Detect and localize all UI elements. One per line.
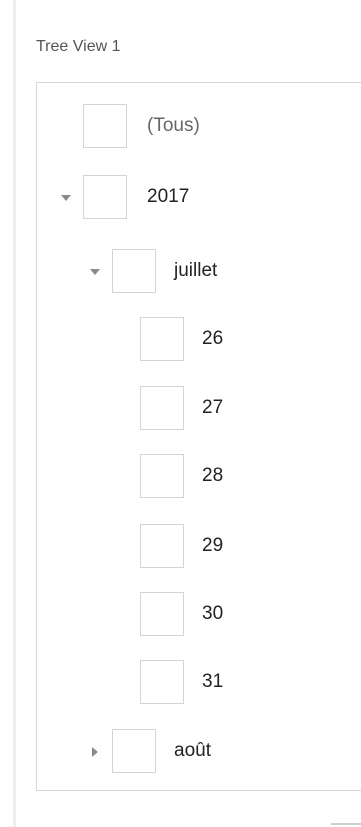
tree-node-label: août [174, 740, 211, 761]
panel-left-divider [13, 0, 16, 827]
tree-node-day[interactable]: 30 [37, 592, 361, 638]
panel-title: Tree View 1 [36, 38, 121, 55]
tree-node-month-aout[interactable]: août [37, 729, 361, 775]
year-checkbox[interactable] [83, 175, 127, 219]
tree-node-label: juillet [174, 260, 218, 281]
day-checkbox[interactable] [140, 660, 184, 704]
tree-node-label: 31 [202, 671, 224, 692]
scrollbar-stub [331, 823, 361, 825]
tree-node-label: 2017 [147, 186, 190, 207]
tree-view-panel: Tree View 1 (Tous) 2017 juillet 26 27 28… [0, 0, 361, 827]
tree-node-day[interactable]: 29 [37, 524, 361, 570]
chevron-down-icon[interactable] [59, 191, 73, 205]
day-checkbox[interactable] [140, 592, 184, 636]
chevron-right-icon[interactable] [88, 745, 102, 759]
day-checkbox[interactable] [140, 317, 184, 361]
tree-node-day[interactable]: 26 [37, 317, 361, 363]
tree-node-month-juillet[interactable]: juillet [37, 249, 361, 295]
tree-node-label: 26 [202, 328, 224, 349]
tree-node-day[interactable]: 27 [37, 386, 361, 432]
tree-node-label: 30 [202, 603, 224, 624]
month-checkbox[interactable] [112, 249, 156, 293]
tree-node-label: 28 [202, 465, 224, 486]
tree-node-year-2017[interactable]: 2017 [37, 175, 361, 221]
chevron-down-icon[interactable] [88, 265, 102, 279]
tree-node-label: 29 [202, 535, 224, 556]
month-checkbox[interactable] [112, 729, 156, 773]
tree-node-day[interactable]: 28 [37, 454, 361, 500]
tree-node-day[interactable]: 31 [37, 660, 361, 706]
day-checkbox[interactable] [140, 524, 184, 568]
tree-node-label: (Tous) [147, 115, 200, 136]
day-checkbox[interactable] [140, 386, 184, 430]
day-checkbox[interactable] [140, 454, 184, 498]
select-all-checkbox[interactable] [83, 104, 127, 148]
tree-view: (Tous) 2017 juillet 26 27 28 29 30 31 ao… [36, 82, 361, 791]
tree-node-label: 27 [202, 397, 224, 418]
tree-node-select-all[interactable]: (Tous) [37, 104, 361, 150]
